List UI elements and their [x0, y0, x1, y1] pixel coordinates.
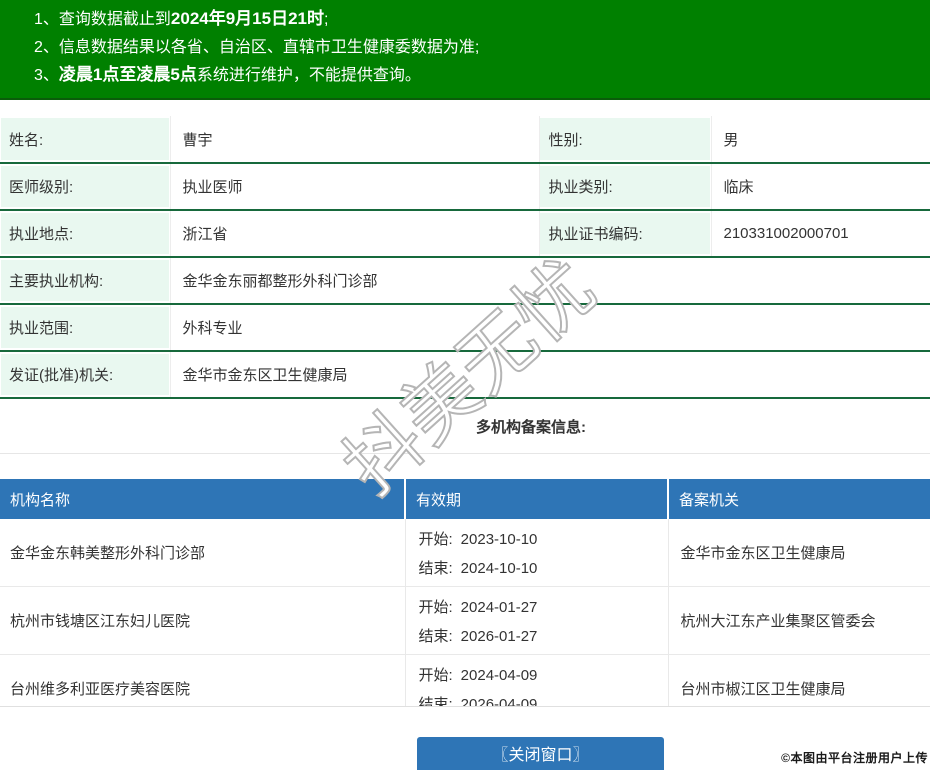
- notice-text: 系统进行维护，不能提供查询。: [196, 67, 421, 84]
- filing-table-container: 机构名称 有效期 备案机关 金华金东韩美整形外科门诊部 开始: 2023-10-1…: [0, 479, 930, 707]
- filing-validity: 开始: 2023-10-10 结束: 2024-10-10: [405, 519, 669, 586]
- field-label-gender: 性别:: [539, 116, 712, 163]
- filing-authority: 金华市金东区卫生健康局: [680, 544, 846, 562]
- field-value-org: 金华金东丽都整形外科门诊部: [182, 273, 378, 290]
- filing-org: 金华金东韩美整形外科门诊部: [0, 519, 406, 586]
- filing-section-heading: 多机构备案信息:: [0, 399, 930, 454]
- field-value-authority: 金华市金东区卫生健康局: [182, 367, 348, 384]
- field-label-cert: 执业证书编码:: [539, 210, 712, 257]
- column-header-org: 机构名称: [0, 479, 405, 519]
- field-value-scope: 外科专业: [182, 320, 243, 337]
- column-header-authority: 备案机关: [667, 479, 930, 519]
- notice-text: 2、信息数据结果以各省、自治区、直辖市卫生健康委数据为准;: [34, 39, 480, 56]
- field-label-level: 医师级别:: [0, 163, 171, 210]
- close-window-button[interactable]: 〖关闭窗口〗: [417, 737, 664, 770]
- table-row: 金华金东韩美整形外科门诊部 开始: 2023-10-10 结束: 2024-10-1…: [0, 519, 930, 586]
- notice-text: 1、查询数据截止到: [34, 11, 171, 28]
- section-title: 多机构备案信息:: [476, 418, 586, 436]
- table-row: 执业范围: 外科专业: [0, 304, 930, 351]
- copyright-stamp: ©本图由平台注册用户上传: [781, 751, 928, 765]
- filing-table: 机构名称 有效期 备案机关 金华金东韩美整形外科门诊部 开始: 2023-10-1…: [0, 479, 930, 707]
- validity-end: 结束: 2026-01-27: [418, 628, 538, 645]
- table-row: 发证(批准)机关: 金华市金东区卫生健康局: [0, 351, 930, 398]
- filing-authority: 台州市椒江区卫生健康局: [668, 653, 930, 706]
- table-row: 主要执业机构: 金华金东丽都整形外科门诊部: [0, 257, 930, 304]
- field-label-name: 姓名:: [0, 116, 171, 163]
- notice-line-2: 2、信息数据结果以各省、自治区、直辖市卫生健康委数据为准;: [34, 33, 920, 61]
- field-value-category: 临床: [723, 179, 754, 196]
- field-label-authority: 发证(批准)机关:: [0, 351, 171, 398]
- table-row: 执业地点: 浙江省 执业证书编码: 210331002000701: [0, 210, 930, 257]
- notice-banner: 1、查询数据截止到2024年9月15日21时; 2、信息数据结果以各省、自治区、…: [0, 0, 930, 100]
- notice-highlight: 凌晨1点至凌晨5点: [58, 65, 197, 84]
- notice-line-3: 3、凌晨1点至凌晨5点系统进行维护，不能提供查询。: [34, 61, 920, 89]
- table-row: 医师级别: 执业医师 执业类别: 临床: [0, 163, 930, 210]
- field-value-gender: 男: [723, 131, 739, 149]
- column-header-validity: 有效期: [404, 479, 668, 519]
- filing-org: 杭州市钱塘区江东妇儿医院: [0, 585, 406, 654]
- table-row: 台州维多利亚医疗美容医院 开始: 2024-04-09 结束: 2026-04-09…: [0, 653, 930, 707]
- query-result-page: 1、查询数据截止到2024年9月15日21时; 2、信息数据结果以各省、自治区、…: [0, 0, 930, 770]
- field-label-location: 执业地点:: [0, 210, 171, 257]
- notice-line-1: 1、查询数据截止到2024年9月15日21时;: [34, 5, 920, 33]
- filing-validity: 开始: 2024-01-27 结束: 2026-01-27: [405, 585, 669, 654]
- validity-start: 开始: 2023-10-10: [418, 531, 538, 549]
- validity-end: 结束: 2026-04-09: [418, 696, 538, 707]
- field-value-level: 执业医师: [170, 163, 540, 210]
- field-label-category: 执业类别:: [539, 163, 712, 210]
- filing-org: 台州维多利亚医疗美容医院: [0, 653, 406, 706]
- field-value-cert: 210331002000701: [723, 225, 849, 242]
- table-row: 杭州市钱塘区江东妇儿医院 开始: 2024-01-27 结束: 2026-01-27…: [0, 585, 930, 654]
- table-row: 姓名: 曹宇 性别: 男: [0, 116, 930, 163]
- filing-header-row: 机构名称 有效期 备案机关: [0, 479, 930, 519]
- filing-authority: 杭州大江东产业集聚区管委会: [668, 585, 930, 654]
- notice-highlight: 2024年9月15日21时: [170, 9, 324, 28]
- filing-validity: 开始: 2024-04-09 结束: 2026-04-09: [405, 653, 669, 707]
- notice-text: ;: [324, 11, 329, 28]
- field-value-name: 曹宇: [170, 116, 540, 163]
- field-value-location: 浙江省: [170, 210, 540, 257]
- validity-start: 开始: 2024-04-09: [418, 667, 538, 685]
- field-label-org: 主要执业机构:: [0, 257, 171, 304]
- field-label-scope: 执业范围:: [0, 304, 171, 351]
- validity-end: 结束: 2024-10-10: [418, 560, 538, 578]
- validity-start: 开始: 2024-01-27: [418, 599, 538, 616]
- notice-text: 3、: [34, 67, 59, 84]
- doctor-info-table: 姓名: 曹宇 性别: 男 医师级别: 执业医师 执业类别: 临床 执业地点: 浙…: [0, 116, 930, 399]
